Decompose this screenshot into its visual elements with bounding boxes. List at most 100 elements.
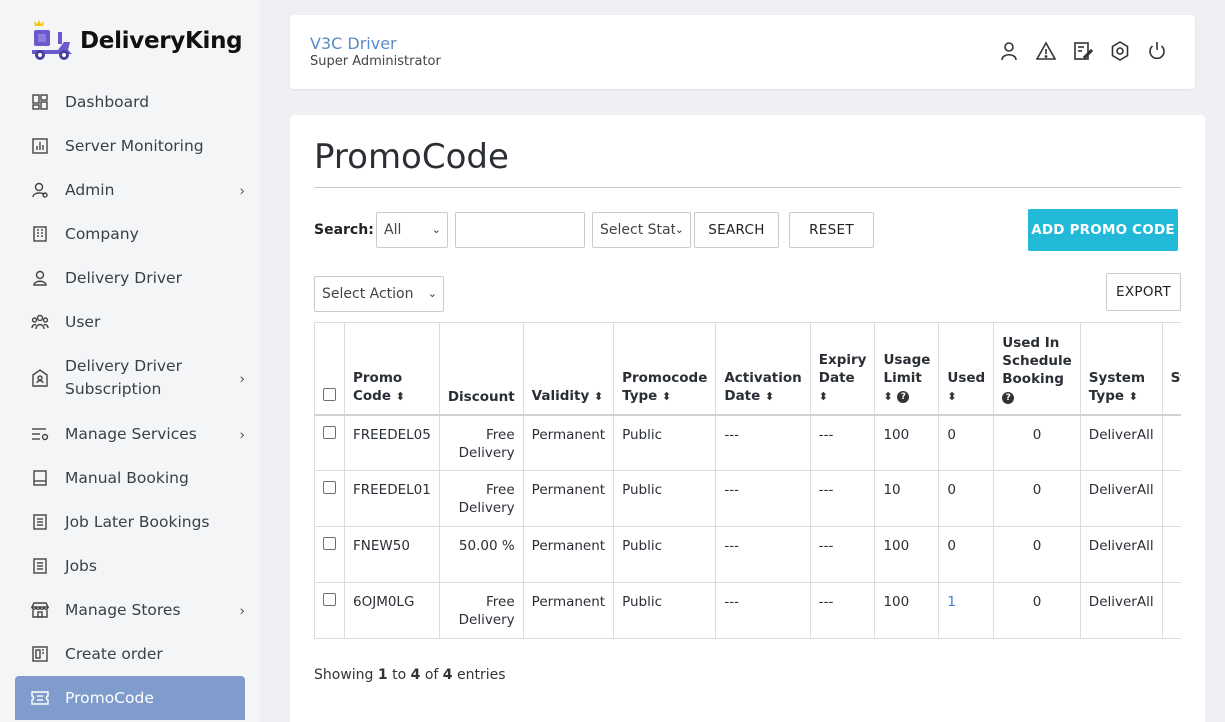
order-icon xyxy=(31,645,49,663)
action-bar: Select Action ⌄ EXPORT xyxy=(314,273,1181,314)
power-icon[interactable] xyxy=(1147,41,1167,61)
sort-icon: ⬍ xyxy=(662,389,672,403)
settings-icon[interactable] xyxy=(1110,41,1130,61)
table-row: 6OJM0LG Free Delivery Permanent Public --… xyxy=(314,582,1181,639)
cell-used: 1 xyxy=(938,582,995,639)
sidebar-item-label: Server Monitoring xyxy=(65,136,204,155)
cell-expiry-date: --- xyxy=(809,470,876,527)
sidebar-item-server-monitoring[interactable]: Server Monitoring xyxy=(15,124,245,168)
status-select[interactable]: Select Stat ⌄ xyxy=(592,212,691,248)
cell-validity: Permanent xyxy=(522,470,615,527)
cell-expiry-date: --- xyxy=(809,526,876,583)
info-total: 4 xyxy=(442,667,453,683)
sidebar-item-jobs[interactable]: Jobs xyxy=(15,544,245,588)
discount-line: Free xyxy=(486,594,515,610)
building-icon xyxy=(31,225,49,243)
cell-usage-limit: 100 xyxy=(874,526,940,583)
row-checkbox[interactable] xyxy=(323,425,336,439)
col-expiry-date[interactable]: Expiry Date ⬍ xyxy=(809,322,876,416)
cell-system-type: DeliverAll xyxy=(1079,470,1163,527)
cell-promo-code: FREEDEL01 xyxy=(344,470,440,527)
col-status[interactable]: Status⬍ xyxy=(1161,322,1181,416)
user-role: Super Administrator xyxy=(310,54,441,69)
header-text: Used xyxy=(947,369,986,386)
sidebar-item-manual-booking[interactable]: Manual Booking xyxy=(15,456,245,500)
search-input[interactable] xyxy=(455,212,585,248)
cell-system-type: DeliverAll xyxy=(1079,526,1163,583)
sidebar-item-user[interactable]: User xyxy=(15,300,245,344)
sidebar-item-delivery-driver-subscription[interactable]: Delivery Driver Subscription › xyxy=(15,344,245,412)
document-icon xyxy=(31,513,49,531)
header-text: System xyxy=(1088,369,1146,386)
col-promocode-type[interactable]: Promocode Type ⬍ xyxy=(613,322,717,416)
sidebar-item-delivery-driver[interactable]: Delivery Driver xyxy=(15,256,245,300)
search-button[interactable]: SEARCH xyxy=(694,212,779,248)
select-all-checkbox[interactable] xyxy=(323,387,336,401)
search-field-select[interactable]: All ⌄ xyxy=(376,212,448,248)
cell-usage-limit: 100 xyxy=(874,582,940,639)
cell-activation-date: --- xyxy=(715,526,811,583)
col-validity[interactable]: Validity ⬍ xyxy=(522,322,615,416)
cell-status xyxy=(1161,526,1181,583)
dashboard-icon xyxy=(31,93,49,111)
users-icon xyxy=(31,313,49,331)
alert-icon[interactable] xyxy=(1036,41,1056,61)
cell-discount: Free Delivery xyxy=(438,470,524,527)
cell-expiry-date: --- xyxy=(809,414,876,471)
header-text: Date xyxy=(818,369,855,386)
cell-system-type: DeliverAll xyxy=(1079,414,1163,471)
header-icons xyxy=(999,41,1167,61)
sort-icon: ⬍ xyxy=(765,389,775,403)
sidebar-item-create-order[interactable]: Create order xyxy=(15,632,245,676)
cell-promocode-type: Public xyxy=(613,582,717,639)
status-select-value: Select Stat xyxy=(600,222,677,238)
reset-button[interactable]: RESET xyxy=(789,212,874,248)
col-used-in-schedule-booking: Used In Schedule Booking? xyxy=(993,322,1081,416)
chevron-right-icon: › xyxy=(239,427,245,444)
used-count-link[interactable]: 1 xyxy=(947,594,956,610)
cell-promocode-type: Public xyxy=(613,526,717,583)
row-checkbox[interactable] xyxy=(323,593,336,606)
profile-icon[interactable] xyxy=(999,41,1019,61)
info-text: Showing xyxy=(314,667,374,683)
export-button[interactable]: EXPORT xyxy=(1106,273,1181,311)
bulk-action-select[interactable]: Select Action ⌄ xyxy=(314,276,444,312)
sidebar-item-label: Manage Stores xyxy=(65,600,181,619)
sidebar-item-promocode[interactable]: PromoCode xyxy=(15,676,245,720)
col-used[interactable]: Used ⬍ xyxy=(938,322,995,416)
edit-icon[interactable] xyxy=(1073,41,1093,61)
user-name[interactable]: V3C Driver xyxy=(310,34,397,53)
brand[interactable]: DeliveryKing xyxy=(28,20,243,62)
table-header-row: Promo Code ⬍ Discount Validity ⬍ Promocod… xyxy=(314,322,1181,416)
col-usage-limit[interactable]: Usage Limit ⬍ ? xyxy=(874,322,940,416)
help-icon[interactable]: ? xyxy=(897,390,910,403)
cell-used: 0 xyxy=(938,526,995,583)
sidebar-item-dashboard[interactable]: Dashboard xyxy=(15,80,245,124)
chevron-down-icon: ⌄ xyxy=(427,287,437,300)
info-text: to xyxy=(392,667,407,683)
row-checkbox[interactable] xyxy=(323,537,336,550)
sidebar-item-admin[interactable]: Admin › xyxy=(15,168,245,212)
sidebar-item-manage-stores[interactable]: Manage Stores › xyxy=(15,588,245,632)
cell-status xyxy=(1161,470,1181,527)
title-divider xyxy=(314,187,1181,188)
promocode-table: Promo Code ⬍ Discount Validity ⬍ Promocod… xyxy=(314,322,1181,639)
col-promo-code[interactable]: Promo Code ⬍ xyxy=(344,322,440,416)
sidebar-nav: Dashboard Server Monitoring Admin › Comp… xyxy=(15,80,245,720)
col-system-type[interactable]: System Type ⬍ xyxy=(1079,322,1163,416)
page-title: PromoCode xyxy=(314,137,509,177)
add-promo-code-button[interactable]: ADD PROMO CODE xyxy=(1028,209,1178,251)
help-icon[interactable]: ? xyxy=(1002,391,1015,404)
cell-promo-code: FNEW50 xyxy=(344,526,440,583)
info-text: entries xyxy=(456,667,506,683)
sidebar-item-manage-services[interactable]: Manage Services › xyxy=(15,412,245,456)
row-checkbox[interactable] xyxy=(323,481,336,494)
cell-activation-date: --- xyxy=(715,414,811,471)
services-icon xyxy=(31,425,49,443)
promocode-table-wrapper[interactable]: Promo Code ⬍ Discount Validity ⬍ Promocod… xyxy=(314,322,1181,640)
cell-promo-code: FREEDEL05 xyxy=(344,414,440,471)
sidebar-item-company[interactable]: Company xyxy=(15,212,245,256)
sidebar-item-job-later-bookings[interactable]: Job Later Bookings xyxy=(15,500,245,544)
cell-discount: Free Delivery xyxy=(438,582,524,639)
col-activation-date[interactable]: Activation Date ⬍ xyxy=(715,322,811,416)
